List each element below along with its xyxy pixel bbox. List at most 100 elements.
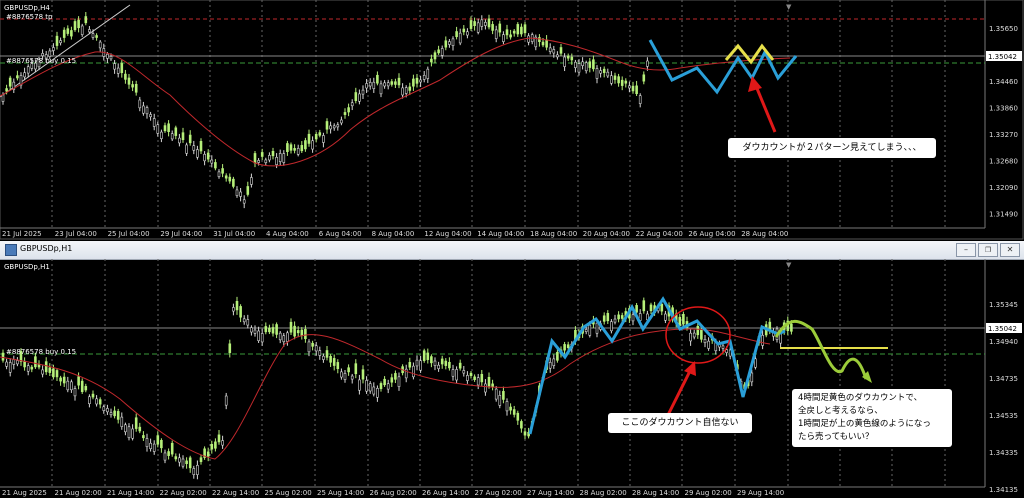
h1-annotation-line: 4時間足黄色のダウカウントで、 xyxy=(798,393,923,403)
candle-body xyxy=(332,358,336,366)
candle-body xyxy=(466,375,469,381)
candle-body xyxy=(638,95,642,104)
candle-body xyxy=(55,35,59,46)
candle-body xyxy=(152,443,156,452)
candle-body xyxy=(552,358,556,366)
candle-body xyxy=(178,457,181,463)
candle-body xyxy=(206,451,210,457)
candle-body xyxy=(473,21,476,26)
candle-body xyxy=(516,412,520,421)
candle-body xyxy=(120,416,124,427)
candle-body xyxy=(224,175,228,179)
candle-body xyxy=(1,352,5,361)
candle-body xyxy=(624,80,628,84)
time-tick-label: 28 Aug 04:00 xyxy=(741,230,788,238)
candle-body xyxy=(41,369,44,375)
candle-body xyxy=(336,362,340,370)
candle-body xyxy=(156,435,160,445)
candle-body xyxy=(462,28,466,33)
time-tick-label: 25 Aug 02:00 xyxy=(265,489,312,497)
red-arrow-head xyxy=(748,76,762,92)
candle-body xyxy=(80,380,84,393)
close-button[interactable]: ✕ xyxy=(1000,243,1020,257)
candle-body xyxy=(584,329,588,332)
price-tick-label: 1.34460 xyxy=(989,78,1018,86)
candle-body xyxy=(113,410,116,417)
candle-body xyxy=(509,406,512,411)
candle-body xyxy=(206,152,210,160)
h4-annotation-text: ダウカウントが２パターン見えてしまう、、、 xyxy=(742,143,922,153)
candle-body xyxy=(577,63,581,73)
candle-body xyxy=(440,48,444,56)
candle-body xyxy=(91,33,95,38)
candle-body xyxy=(613,318,617,323)
candle-body xyxy=(635,305,638,313)
h4-chart[interactable]: 1.356501.350501.344601.338601.332701.326… xyxy=(0,0,1024,240)
candle-body xyxy=(588,61,592,68)
candle-body xyxy=(466,31,469,36)
candle-body xyxy=(91,393,95,398)
candle-body xyxy=(318,132,322,136)
candle-body xyxy=(62,29,66,38)
candle-body xyxy=(242,199,246,204)
candle-body xyxy=(646,60,649,67)
candle-body xyxy=(170,442,174,455)
candle-body xyxy=(167,123,170,132)
window-icon xyxy=(5,244,17,256)
price-tick-label: 1.32090 xyxy=(989,184,1018,192)
candle-body xyxy=(487,18,491,28)
time-tick-label: 26 Aug 04:00 xyxy=(688,230,735,238)
time-tick-label: 21 Jul 2025 xyxy=(2,230,42,238)
h1-moving-average xyxy=(0,328,771,460)
h1-chart-window[interactable]: GBPUSDp,H1 – ❐ ✕ 1.35345 1.34940 1.34735 1.… xyxy=(0,241,1024,498)
candle-body xyxy=(707,340,710,349)
candle-body xyxy=(124,73,127,80)
candle-body xyxy=(462,370,466,374)
candle-body xyxy=(361,89,365,95)
candle-body xyxy=(282,153,286,163)
time-tick-label: 28 Aug 02:00 xyxy=(580,489,627,497)
candle-body xyxy=(473,376,476,380)
restore-button[interactable]: ❐ xyxy=(978,243,998,257)
candle-body xyxy=(275,156,278,165)
candle-body xyxy=(80,25,84,35)
candle-body xyxy=(214,441,217,449)
candle-body xyxy=(98,41,102,49)
candle-body xyxy=(613,75,617,80)
candle-body xyxy=(246,186,250,195)
candle-body xyxy=(253,153,257,164)
candle-body xyxy=(192,145,196,151)
title-bar[interactable]: GBPUSDp,H1 – ❐ ✕ xyxy=(0,241,1024,260)
minimize-button[interactable]: – xyxy=(956,243,976,257)
h1-green-projection-line xyxy=(774,319,868,380)
candle-body xyxy=(552,49,556,54)
candle-body xyxy=(325,350,329,358)
candle-body xyxy=(217,171,221,177)
h4-chart-window[interactable]: 1.356501.350501.344601.338601.332701.326… xyxy=(0,0,1024,240)
candle-body xyxy=(70,381,73,391)
candle-body xyxy=(12,359,16,365)
candle-body xyxy=(257,330,260,341)
candle-body xyxy=(185,460,188,465)
candle-body xyxy=(480,373,484,383)
h1-chart[interactable]: 1.35345 1.34940 1.34735 1.34535 1.34335 1.341… xyxy=(0,259,1024,498)
candle-body xyxy=(264,326,268,333)
candle-body xyxy=(606,313,610,322)
candle-body xyxy=(415,77,419,84)
candle-body xyxy=(142,105,145,114)
candle-body xyxy=(592,59,595,70)
candle-body xyxy=(408,362,412,368)
candle-body xyxy=(444,40,448,48)
candle-body xyxy=(458,32,462,44)
candle-body xyxy=(156,124,160,134)
candle-body xyxy=(250,327,253,333)
candle-body xyxy=(16,75,19,79)
candle-body xyxy=(52,47,55,51)
time-tick-label: 22 Aug 04:00 xyxy=(636,230,683,238)
candle-body xyxy=(296,330,300,334)
candle-body xyxy=(66,28,70,34)
candle-body xyxy=(102,406,106,411)
candle-body xyxy=(109,412,113,416)
time-tick-label: 12 Aug 04:00 xyxy=(424,230,471,238)
candle-body xyxy=(192,468,196,475)
